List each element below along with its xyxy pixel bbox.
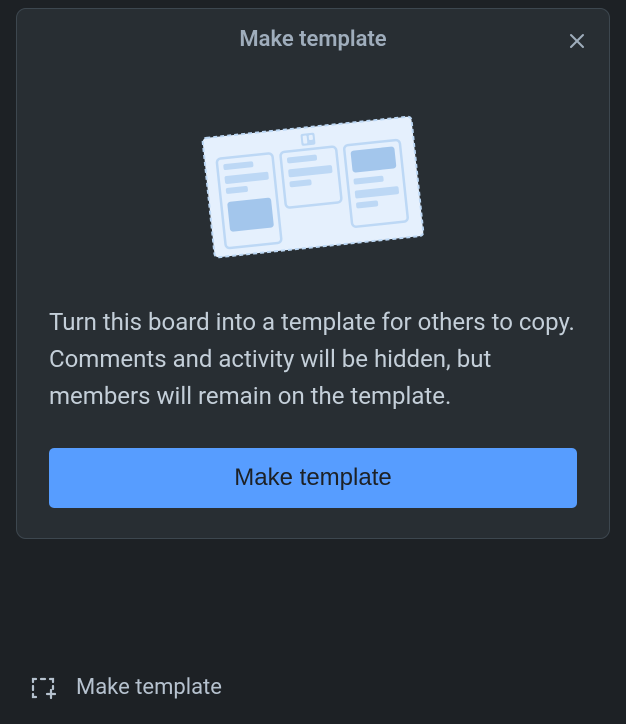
board-template-illustration [198,112,428,262]
close-icon [568,32,586,50]
modal-description: Turn this board into a template for othe… [17,304,609,448]
make-template-menu-item[interactable]: Make template [30,674,222,700]
illustration-container [17,64,609,304]
make-template-modal: Make template [16,8,610,539]
modal-title: Make template [239,27,386,52]
close-button[interactable] [563,27,591,55]
make-template-button[interactable]: Make template [49,448,577,508]
template-add-icon [30,674,56,700]
modal-header: Make template [17,9,609,64]
make-template-menu-label: Make template [76,675,222,700]
